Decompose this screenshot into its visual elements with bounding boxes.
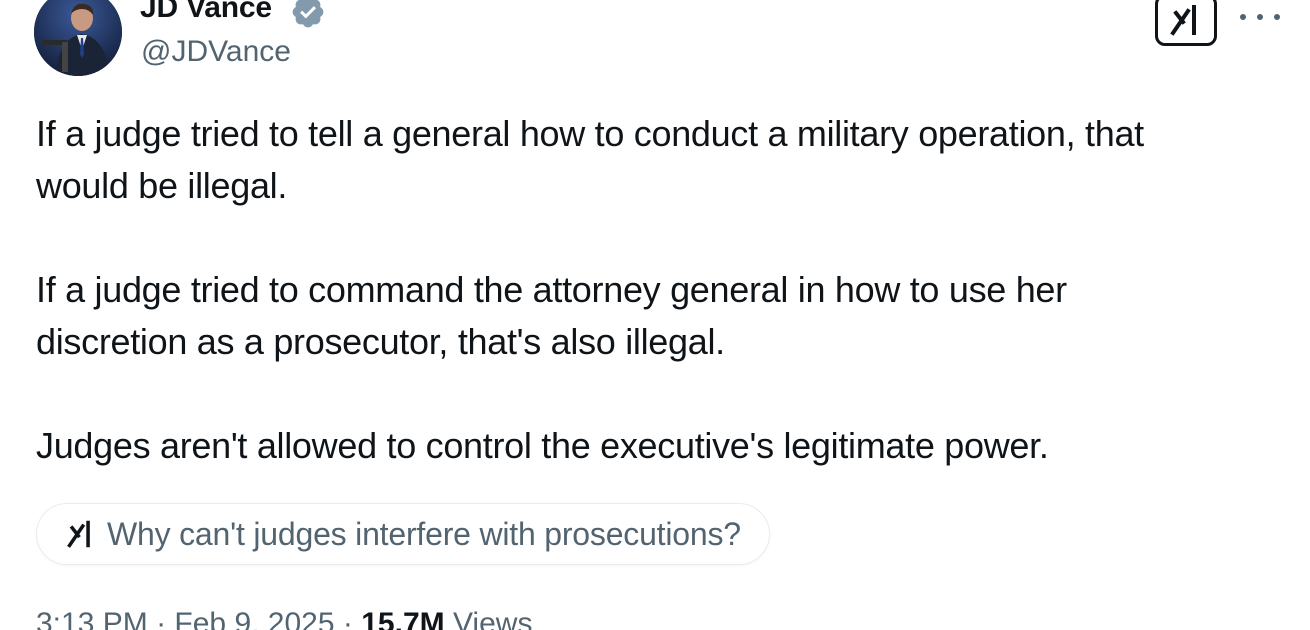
more-options-icon <box>1240 14 1246 20</box>
tweet-line: If a judge tried to command the attorney… <box>36 269 1067 310</box>
more-options-button[interactable] <box>1240 4 1280 30</box>
profile-photo <box>34 0 122 76</box>
views-label: Views <box>452 607 533 630</box>
tweet-line: If a judge tried to tell a general how t… <box>36 113 1144 154</box>
handle[interactable]: @JDVance <box>141 34 291 70</box>
tweet-line: would be illegal. <box>36 165 288 206</box>
tweet-text: If a judge tried to tell a general how t… <box>36 108 1286 472</box>
meta-separator: · <box>156 607 167 630</box>
tweet-meta: 3:13 PM · Feb 9, 2025 · 15.7M Views <box>36 606 532 630</box>
grok-logo-icon <box>1170 5 1196 36</box>
tweet-line: discretion as a prosecutor, that's also … <box>36 321 725 362</box>
grok-prompt-button[interactable]: Why can't judges interfere with prosecut… <box>36 503 770 565</box>
grok-prompt-text: Why can't judges interfere with prosecut… <box>107 515 741 552</box>
views-count[interactable]: 15.7M <box>361 607 444 630</box>
verified-badge-icon <box>292 0 324 28</box>
avatar[interactable] <box>34 0 122 76</box>
tweet-time[interactable]: 3:13 PM <box>36 607 148 630</box>
meta-separator: · <box>342 607 353 630</box>
tweet-line-break <box>36 212 1286 264</box>
grok-button[interactable] <box>1155 0 1217 46</box>
tweet-line-break <box>36 368 1286 420</box>
grok-logo-icon <box>67 520 90 548</box>
display-name[interactable]: JD Vance <box>140 0 272 26</box>
tweet-line: Judges aren't allowed to control the exe… <box>36 425 1049 466</box>
tweet-date[interactable]: Feb 9, 2025 <box>174 607 334 630</box>
